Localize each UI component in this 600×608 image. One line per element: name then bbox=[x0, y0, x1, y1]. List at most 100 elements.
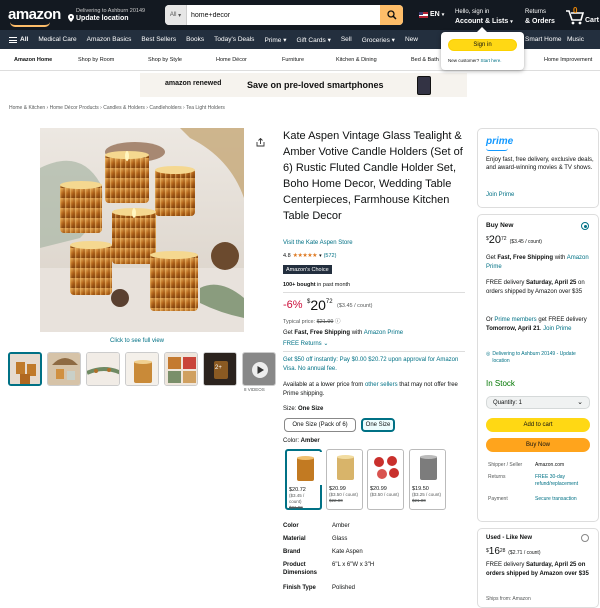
nav-item[interactable]: Best Sellers bbox=[136, 36, 181, 43]
amazon-prime-link[interactable]: Amazon Prime bbox=[364, 330, 403, 336]
search-category-select[interactable]: All ▾ bbox=[165, 5, 187, 25]
returns-link[interactable]: FREE 30-day refund/replacement bbox=[535, 474, 591, 488]
more-images-badge: 2+ bbox=[215, 365, 222, 371]
nav-item[interactable]: New bbox=[400, 36, 423, 43]
nav-item[interactable]: Gift Cards ▾ bbox=[292, 36, 336, 44]
bb-delivery: FREE delivery Saturday, April 25 on orde… bbox=[486, 279, 594, 297]
store-link[interactable]: Visit the Kate Aspen Store bbox=[283, 240, 353, 246]
spec-value: 6"L x 6"W x 3"H bbox=[332, 562, 375, 568]
price-dollars: 20 bbox=[310, 297, 326, 313]
nav-all-menu[interactable]: All bbox=[0, 36, 33, 43]
search-button[interactable] bbox=[380, 5, 403, 25]
info-icon[interactable]: ⓘ bbox=[335, 319, 341, 325]
subnav-item[interactable]: Shop by Style bbox=[148, 57, 182, 63]
play-icon bbox=[243, 353, 275, 385]
size-option-selected[interactable]: One Size bbox=[361, 418, 395, 432]
add-to-cart-button[interactable]: Add to cart bbox=[486, 418, 590, 432]
thumbnail[interactable] bbox=[125, 352, 159, 386]
breadcrumb-item[interactable]: Home Décor Products bbox=[50, 105, 99, 111]
used-price: $1628 ($2.71 / count) bbox=[486, 546, 541, 557]
visa-offer-link[interactable]: Get $50 off instantly: Pay $0.00 $20.72 … bbox=[283, 356, 465, 374]
rating[interactable]: 4.8 ★★★★★ ▾ (572) bbox=[283, 252, 337, 260]
full-view-link[interactable]: Click to see full view bbox=[110, 338, 164, 344]
price-cents: 72 bbox=[325, 299, 333, 305]
main-product-image[interactable] bbox=[40, 128, 244, 332]
search-icon bbox=[386, 10, 397, 20]
bb-price-dollars: 20 bbox=[488, 234, 502, 246]
signin-button[interactable]: Sign in bbox=[448, 39, 517, 51]
thumbnail-image bbox=[165, 353, 197, 385]
banner-logo: amazon renewed bbox=[165, 80, 222, 87]
quantity-select[interactable]: Quantity: 1 bbox=[486, 396, 590, 409]
spec-key: Product Dimensions bbox=[283, 562, 318, 576]
color-swatch-gold[interactable]: $20.99 ($3.50 / count) $22.00 bbox=[326, 449, 363, 510]
bb-location-link[interactable]: ◎ Delivering to Ashburn 20149 - Update lo… bbox=[486, 351, 594, 365]
prime-members-link[interactable]: Prime members bbox=[494, 317, 536, 323]
nav-item[interactable]: Sell bbox=[336, 36, 357, 43]
thumbnail[interactable] bbox=[164, 352, 198, 386]
subnav-item[interactable]: Shop by Room bbox=[78, 57, 114, 63]
size-option[interactable]: One Size (Pack of 6) bbox=[284, 418, 356, 432]
breadcrumb-item[interactable]: Candles & Holders bbox=[103, 105, 145, 111]
subnav-item[interactable]: Furniture bbox=[282, 57, 304, 63]
secure-transaction-link[interactable]: Secure transaction bbox=[535, 496, 591, 503]
breadcrumb-item[interactable]: Home & Kitchen bbox=[9, 105, 45, 111]
share-icon[interactable] bbox=[256, 137, 265, 147]
thumbnail-image bbox=[48, 353, 80, 385]
discount-percent: -6% bbox=[283, 299, 303, 311]
subnav-item[interactable]: Amazon Home bbox=[14, 57, 52, 63]
breadcrumb-item[interactable]: Tea Light Holders bbox=[186, 105, 225, 111]
fast-shipping-text: Get Fast, Free Shipping with Amazon Prim… bbox=[283, 330, 403, 336]
nav-item[interactable]: Today's Deals bbox=[209, 36, 259, 43]
returns-orders[interactable]: Returns & Orders bbox=[525, 8, 555, 26]
subnav-item[interactable]: Kitchen & Dining bbox=[336, 57, 377, 63]
color-swatch-amber[interactable]: $20.72 ($3.45 / count) $21.99 bbox=[285, 449, 322, 510]
nav-item[interactable]: Smart Home bbox=[520, 36, 566, 43]
buy-now-button[interactable]: Buy Now bbox=[486, 438, 590, 452]
free-returns-link[interactable]: FREE Returns ⌄ bbox=[283, 340, 328, 347]
bb-price-cents: 72 bbox=[501, 236, 507, 242]
size-label-text: Size: bbox=[283, 406, 299, 412]
thumbnail[interactable] bbox=[86, 352, 120, 386]
cart-button[interactable]: 0 Cart bbox=[565, 6, 599, 26]
search-input[interactable] bbox=[187, 5, 380, 25]
used-title: Used - Like New bbox=[486, 535, 533, 541]
breadcrumb: Home & Kitchen › Home Décor Products › C… bbox=[9, 105, 225, 111]
nav-item[interactable]: Music bbox=[562, 36, 589, 43]
breadcrumb-item[interactable]: Candleholders bbox=[149, 105, 181, 111]
spec-value: Polished bbox=[332, 585, 356, 591]
color-swatch-smoke[interactable]: $19.50 ($3.25 / count) $21.00 bbox=[409, 449, 446, 510]
used-price-dollars: 16 bbox=[488, 546, 500, 557]
lower-price-text: Available at a lower price from other se… bbox=[283, 381, 465, 399]
typical-price: Typical price: $21.99 ⓘ bbox=[283, 317, 341, 325]
language-selector[interactable]: EN ▾ bbox=[419, 11, 444, 18]
nav-item[interactable]: Groceries ▾ bbox=[357, 36, 400, 44]
thumbnail[interactable] bbox=[47, 352, 81, 386]
buy-new-radio[interactable] bbox=[581, 222, 589, 230]
color-swatch-red[interactable]: $20.99 ($3.50 / count) bbox=[367, 449, 404, 510]
fast-free-label: Fast, Free Shipping bbox=[294, 330, 351, 336]
join-prime-link[interactable]: Join Prime bbox=[486, 192, 514, 198]
nav-item[interactable]: Medical Care bbox=[33, 36, 81, 43]
nav-item[interactable]: Amazon Basics bbox=[82, 36, 137, 43]
nav-item[interactable]: Prime ▾ bbox=[259, 36, 291, 44]
get-label: Get bbox=[283, 330, 295, 336]
thumbnail[interactable]: 2+ bbox=[203, 352, 237, 386]
subnav-item[interactable]: Bed & Bath bbox=[411, 57, 439, 63]
thumbnail[interactable] bbox=[8, 352, 42, 386]
video-thumbnail[interactable] bbox=[242, 352, 276, 386]
subnav-item[interactable]: Home Décor bbox=[216, 57, 247, 63]
deliver-to[interactable]: Delivering to Ashburn 20149 Update locat… bbox=[68, 7, 145, 23]
start-here-link[interactable]: Start here. bbox=[481, 58, 502, 63]
nav-item[interactable]: Books bbox=[181, 36, 209, 43]
hamburger-icon bbox=[9, 36, 17, 43]
amazon-logo[interactable]: amazon bbox=[8, 6, 61, 23]
subnav-item[interactable]: Home Improvement bbox=[544, 57, 592, 63]
account-lists[interactable]: Hello, sign in Account & Lists ▾ bbox=[455, 8, 513, 27]
other-sellers-link[interactable]: other sellers bbox=[365, 382, 398, 388]
bb-join-prime-link[interactable]: Join Prime bbox=[543, 326, 571, 332]
used-radio[interactable] bbox=[581, 534, 589, 542]
rating-count[interactable]: (572) bbox=[324, 253, 337, 259]
language-label: EN bbox=[430, 11, 440, 18]
renewed-banner[interactable]: amazon renewed Save on pre-loved smartph… bbox=[140, 73, 467, 97]
